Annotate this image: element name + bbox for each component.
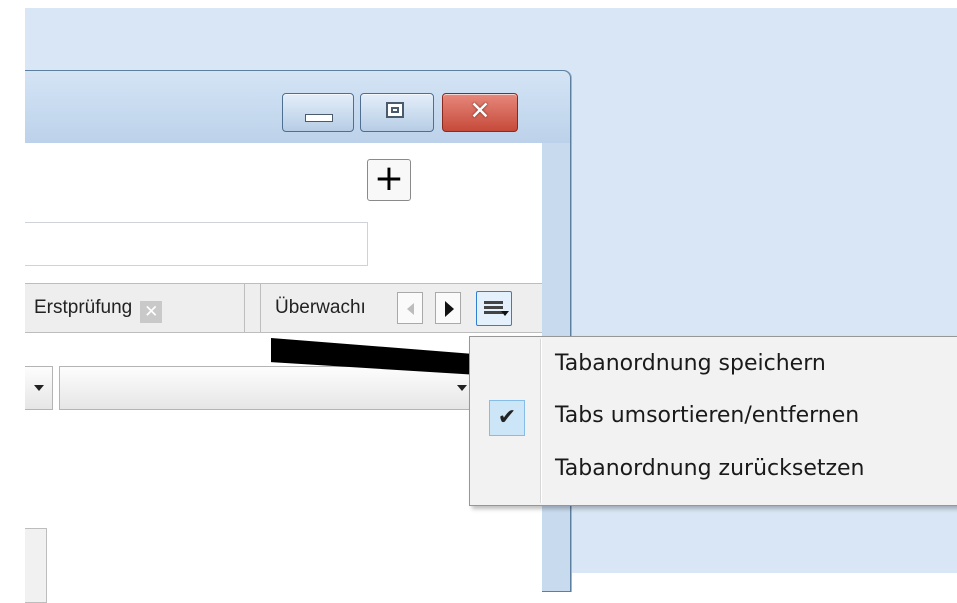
text-input[interactable] (25, 222, 368, 266)
application-window: ✕ + Erstprüfung ✕ Überwachı (25, 70, 571, 603)
checkmark-indicator: ✔ (489, 400, 525, 436)
maximize-button[interactable] (360, 93, 434, 132)
minimize-icon (305, 114, 333, 122)
tab-menu-button[interactable] (476, 291, 512, 326)
dropdown-select-left[interactable] (25, 366, 53, 410)
add-button[interactable]: + (367, 159, 411, 201)
menu-item-save-tab-order[interactable]: Tabanordnung speichern (470, 342, 957, 390)
maximize-icon (386, 102, 404, 118)
close-icon: ✕ (469, 96, 491, 125)
tab-close-icon[interactable]: ✕ (140, 301, 163, 323)
tab-label: Erstprüfung (34, 297, 133, 318)
minimize-button[interactable] (282, 93, 354, 132)
tab-strip: Erstprüfung ✕ Überwachı (25, 283, 542, 333)
tab-scroll-left-button[interactable] (397, 292, 423, 324)
chevron-down-icon (34, 385, 44, 391)
triangle-right-icon (445, 301, 454, 317)
context-menu: Tabanordnung speichern ✔ Tabs umsortiere… (469, 336, 957, 506)
tab-erstpruefung[interactable]: Erstprüfung ✕ (25, 284, 245, 332)
title-bar: ✕ (25, 71, 570, 143)
tab-label: Überwachı (275, 297, 366, 318)
tab-scroll-right-button[interactable] (435, 292, 461, 324)
close-button[interactable]: ✕ (442, 93, 518, 132)
menu-item-label: Tabanordnung zurücksetzen (555, 456, 865, 481)
menu-item-reorder-tabs[interactable]: ✔ Tabs umsortieren/entfernen (470, 394, 957, 442)
menu-item-label: Tabs umsortieren/entfernen (555, 403, 860, 428)
chevron-down-icon (501, 311, 509, 316)
triangle-left-icon (407, 303, 414, 315)
side-panel (25, 528, 47, 603)
menu-item-label: Tabanordnung speichern (555, 351, 826, 376)
checkmark-icon: ✔ (497, 405, 517, 430)
menu-item-reset-tab-order[interactable]: Tabanordnung zurücksetzen (470, 447, 957, 495)
